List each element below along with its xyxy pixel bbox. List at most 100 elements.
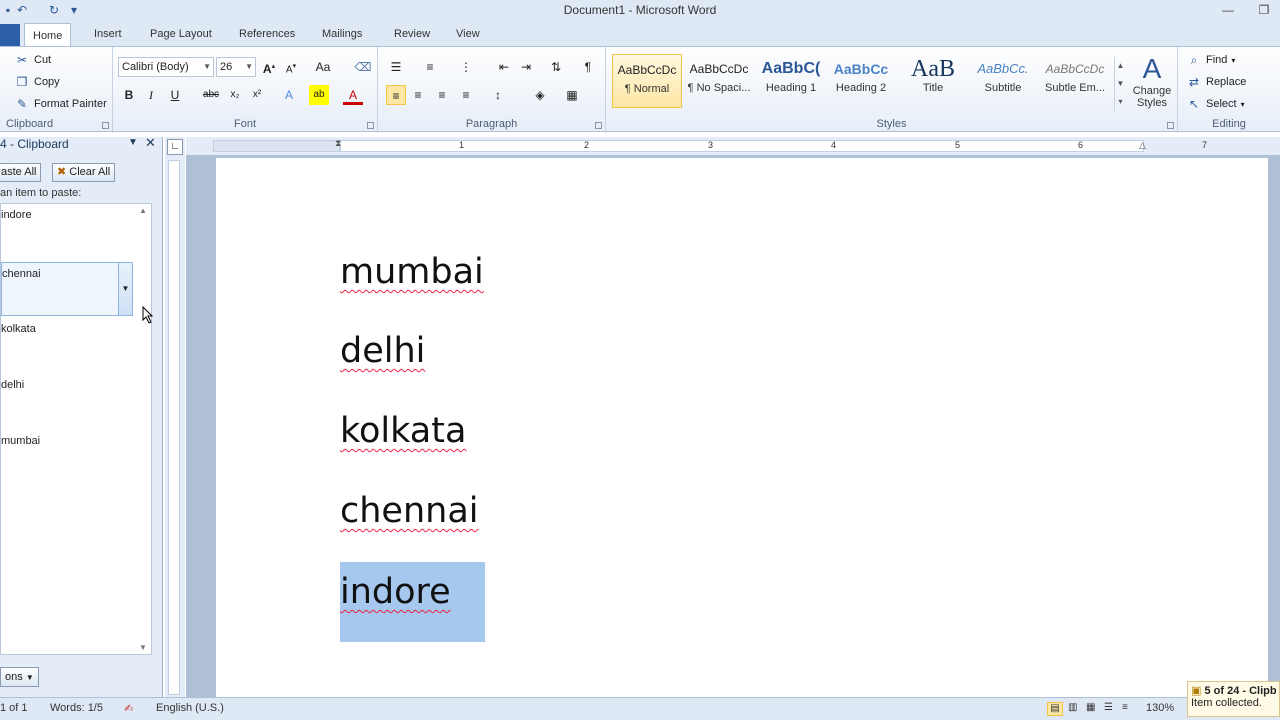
chevron-down-icon: ▾ xyxy=(1240,99,1245,109)
font-family-select[interactable]: Calibri (Body) ▼ xyxy=(118,57,214,77)
clipboard-item[interactable]: mumbai xyxy=(1,430,133,484)
pane-menu-icon[interactable]: ▼ xyxy=(128,137,138,148)
tab-insert[interactable]: Insert xyxy=(86,22,130,46)
page-count[interactable]: 1 of 1 xyxy=(0,702,28,714)
print-layout-icon[interactable]: ▤ xyxy=(1047,702,1063,716)
clear-all-icon: ✖ xyxy=(57,166,67,178)
right-indent-marker-icon[interactable]: △ xyxy=(1139,140,1146,151)
document-line[interactable]: chennai xyxy=(340,481,479,541)
clipboard-item[interactable]: delhi xyxy=(1,374,133,428)
tab-page-layout[interactable]: Page Layout xyxy=(142,22,220,46)
highlight-icon[interactable]: ab xyxy=(309,85,329,105)
show-formatting-icon[interactable]: ¶ xyxy=(578,57,598,77)
proofing-icon[interactable]: ✍ xyxy=(124,702,133,715)
grow-font-icon[interactable]: A▴ xyxy=(259,57,279,77)
style-subtitle[interactable]: AaBbCc. Subtitle xyxy=(968,54,1038,108)
line-spacing-icon[interactable]: ↕ xyxy=(488,85,508,105)
outline-icon[interactable]: ☰ xyxy=(1104,702,1113,713)
tab-view[interactable]: View xyxy=(448,22,488,46)
font-size-select[interactable]: 26 ▼ xyxy=(216,57,256,77)
text-effects-icon[interactable]: A xyxy=(279,85,299,105)
file-tab[interactable] xyxy=(0,24,20,46)
paragraph-launcher-icon[interactable] xyxy=(595,122,602,129)
document-line[interactable]: mumbai xyxy=(340,242,484,302)
scroll-up-icon[interactable]: ▲ xyxy=(135,206,151,215)
styles-launcher-icon[interactable] xyxy=(1167,122,1174,129)
borders-icon[interactable]: ▦ xyxy=(562,85,582,105)
paste-all-button[interactable]: aste All xyxy=(0,163,42,182)
styles-group-label: Styles xyxy=(876,118,907,130)
tab-mailings[interactable]: Mailings xyxy=(314,22,370,46)
tab-selector-icon[interactable]: ∟ xyxy=(167,139,183,155)
copy-button[interactable]: ❐ Copy xyxy=(14,74,60,90)
draft-icon[interactable]: ≡ xyxy=(1122,702,1128,713)
numbering-icon[interactable]: ≡ xyxy=(420,57,440,77)
document-line[interactable]: indore xyxy=(340,562,451,622)
underline-icon[interactable]: U xyxy=(165,85,185,105)
clipboard-notification[interactable]: ▣ 5 of 24 - Clipb Item collected. xyxy=(1187,681,1280,717)
align-left-icon[interactable]: ≡ xyxy=(386,85,406,105)
change-case-icon[interactable]: Aa xyxy=(313,57,333,77)
bullets-icon[interactable]: ☰ xyxy=(386,57,406,77)
tab-references[interactable]: References xyxy=(231,22,303,46)
clipboard-item[interactable]: chennai ▼ xyxy=(1,262,133,316)
style-heading-2[interactable]: AaBbCc Heading 2 xyxy=(826,54,896,108)
select-button[interactable]: ↖ Select ▾ xyxy=(1186,96,1245,112)
scroll-down-icon[interactable]: ▼ xyxy=(135,643,151,652)
change-styles-button[interactable]: A Change Styles xyxy=(1130,53,1174,109)
ruler-number: 1 xyxy=(459,140,465,150)
align-center-icon[interactable]: ≡ xyxy=(408,85,428,105)
style-no-spacing[interactable]: AaBbCcDc ¶ No Spaci... xyxy=(684,54,754,108)
minimize-icon[interactable]: — xyxy=(1214,0,1242,20)
clipboard-item[interactable]: kolkata xyxy=(1,318,133,372)
style-heading-1[interactable]: AaBbC(Heading 1 xyxy=(756,54,826,108)
clear-all-button[interactable]: ✖ Clear All xyxy=(52,163,116,182)
subscript-icon[interactable]: x₂ xyxy=(225,85,245,105)
options-button[interactable]: ons ▼ xyxy=(0,667,39,687)
replace-button[interactable]: ⇄ Replace xyxy=(1186,74,1246,90)
word-count[interactable]: Words: 1/5 xyxy=(50,702,103,714)
format-painter-button[interactable]: ✎ Format Painter xyxy=(14,96,107,112)
styles-scroll-icon[interactable]: ▲ ▼ ▾ xyxy=(1114,57,1126,111)
vertical-ruler-track xyxy=(168,160,180,695)
change-styles-icon: A xyxy=(1142,53,1162,84)
web-layout-icon[interactable]: ▦ xyxy=(1086,702,1095,713)
full-screen-reading-icon[interactable]: ▥ xyxy=(1068,702,1077,713)
cut-button[interactable]: ✂ Cut xyxy=(14,52,51,68)
bold-icon[interactable]: B xyxy=(119,85,139,105)
tab-review[interactable]: Review xyxy=(386,22,438,46)
zoom-level[interactable]: 130% xyxy=(1146,702,1174,714)
clipboard-item[interactable]: indore xyxy=(1,204,133,258)
language-indicator[interactable]: English (U.S.) xyxy=(156,702,224,714)
italic-icon[interactable]: I xyxy=(141,85,161,105)
superscript-icon[interactable]: x² xyxy=(247,85,267,105)
tab-home[interactable]: Home xyxy=(24,23,72,47)
font-color-icon[interactable]: A xyxy=(343,85,363,105)
font-group-label: Font xyxy=(233,118,256,130)
shrink-font-icon[interactable]: A▾ xyxy=(281,57,301,77)
align-right-icon[interactable]: ≡ xyxy=(432,85,452,105)
decrease-indent-icon[interactable]: ⇤ xyxy=(494,57,514,77)
restore-icon[interactable]: ❐ xyxy=(1250,0,1278,20)
indent-marker-icon[interactable]: ⧗ xyxy=(335,138,341,149)
style-normal[interactable]: AaBbCcDc ¶ Normal xyxy=(612,54,682,108)
clipboard-launcher-icon[interactable] xyxy=(102,122,109,129)
style-subtle-emphasis[interactable]: AaBbCcDc Subtle Em... xyxy=(1040,54,1110,108)
justify-icon[interactable]: ≡ xyxy=(456,85,476,105)
clear-formatting-icon[interactable]: ⌫ xyxy=(353,57,373,77)
find-button[interactable]: ⌕ Find ▾ xyxy=(1186,52,1236,68)
multilevel-list-icon[interactable]: ⋮ xyxy=(456,57,476,77)
clipboard-scrollbar[interactable]: ▲ ▼ xyxy=(135,204,151,654)
shading-icon[interactable]: ◈ xyxy=(530,85,550,105)
document-line[interactable]: delhi xyxy=(340,321,425,381)
font-launcher-icon[interactable] xyxy=(367,122,374,129)
paragraph-group-label: Paragraph xyxy=(465,118,518,130)
close-icon[interactable]: ✕ xyxy=(145,135,156,151)
style-title[interactable]: AaB Title xyxy=(898,54,968,108)
chevron-down-icon[interactable]: ▼ xyxy=(118,263,132,315)
ruler-number: 6 xyxy=(1078,140,1084,150)
document-line[interactable]: kolkata xyxy=(340,401,466,461)
strikethrough-icon[interactable]: abc xyxy=(201,85,221,105)
increase-indent-icon[interactable]: ⇥ xyxy=(516,57,536,77)
sort-icon[interactable]: ⇅ xyxy=(546,57,566,77)
